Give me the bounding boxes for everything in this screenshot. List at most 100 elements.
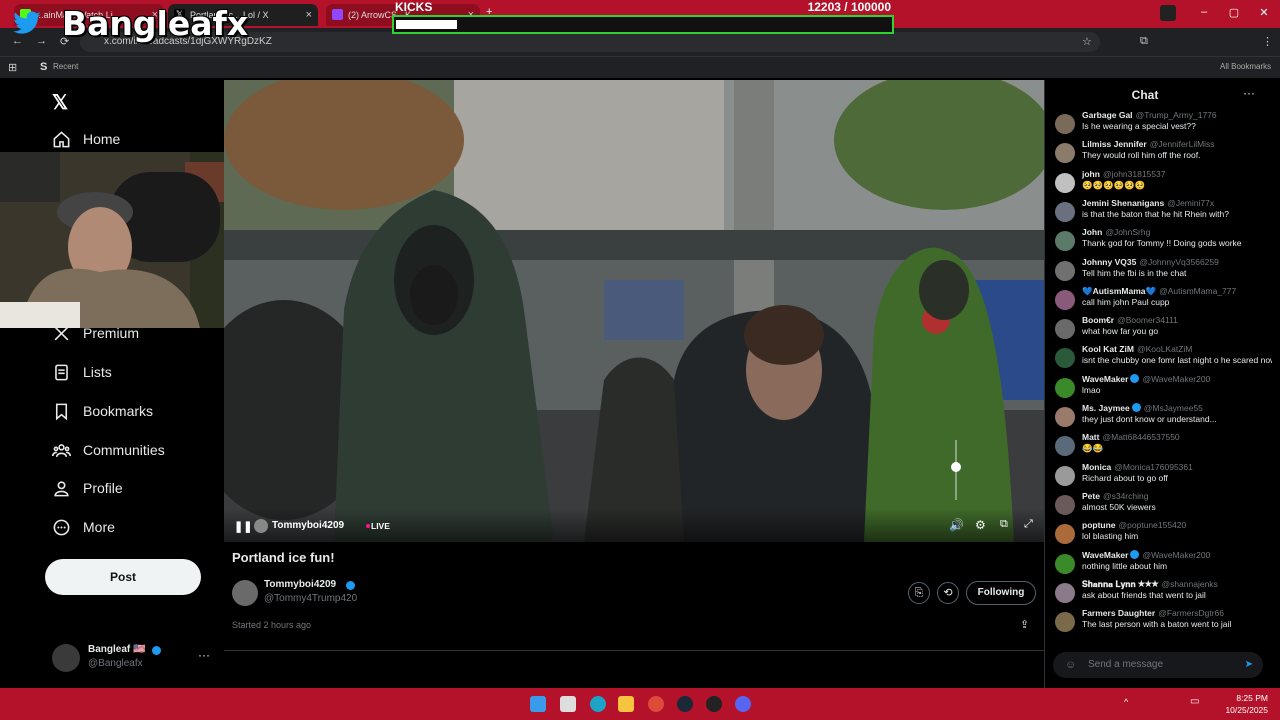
edge-icon[interactable]	[590, 696, 606, 712]
chat-author[interactable]: Pete @s34rching	[1082, 491, 1148, 501]
chat-message[interactable]: Boom€r @Boomer34111 what how far you go	[1055, 315, 1275, 343]
chat-avatar[interactable]	[1055, 436, 1075, 457]
chat-author[interactable]: poptune @poptune155420	[1082, 520, 1186, 530]
chat-author[interactable]: John @JohnSrhg	[1082, 227, 1150, 237]
chat-avatar[interactable]	[1055, 377, 1075, 398]
chat-avatar[interactable]	[1055, 319, 1075, 340]
recent-bookmark[interactable]: Recent	[53, 62, 78, 71]
chat-author[interactable]: Johnny VQ35 @JohnnyVq3566259	[1082, 257, 1219, 267]
settings-icon[interactable]: ⚙	[975, 518, 986, 532]
chat-avatar[interactable]	[1055, 582, 1075, 603]
chat-author[interactable]: 𝐒𝐡𝐚𝐧𝐧𝐚 𝐋𝐲𝐧𝐧 ★★★ @shannajenks	[1082, 579, 1218, 590]
post-button[interactable]: Post	[45, 559, 201, 595]
steam-icon[interactable]	[677, 696, 693, 712]
tray-chevron-icon[interactable]: ^	[1124, 697, 1128, 707]
chat-avatar[interactable]	[1055, 289, 1075, 310]
chat-message[interactable]: WaveMaker @WaveMaker200 lmao	[1055, 373, 1275, 402]
pip-icon[interactable]: ⧉	[1000, 518, 1008, 531]
nav-more[interactable]: More	[52, 512, 115, 542]
send-message-input[interactable]: ☺ Send a message ➤	[1053, 652, 1263, 678]
chat-author[interactable]: Garbage Gal @Trump_Army_1776	[1082, 110, 1217, 120]
chat-message[interactable]: Monica @Monica176095361 Richard about to g…	[1055, 462, 1275, 490]
host-handle[interactable]: @Tommy4Trump420	[264, 593, 357, 604]
system-clock[interactable]: 8:25 PM 10/25/2025	[1225, 692, 1268, 716]
host-avatar[interactable]	[254, 519, 268, 533]
nav-home[interactable]: Home	[52, 124, 120, 154]
volume-icon[interactable]: 🔊	[949, 518, 964, 532]
chat-avatar[interactable]	[1055, 260, 1075, 281]
send-icon[interactable]: ➤	[1245, 652, 1253, 678]
nav-lists[interactable]: Lists	[52, 357, 112, 387]
account-more-icon[interactable]: ···	[198, 648, 210, 662]
chat-author[interactable]: Ms. Jaymee @MsJaymee55	[1082, 403, 1203, 413]
task-view-icon[interactable]	[560, 696, 576, 712]
obs-icon[interactable]	[706, 696, 722, 712]
share-clip-button[interactable]: ⎘	[908, 582, 930, 604]
profile-icon[interactable]	[1160, 5, 1176, 21]
network-icon[interactable]: ▭	[1190, 696, 1199, 707]
nav-communities[interactable]: Communities	[52, 435, 165, 465]
video-host-name[interactable]: Tommyboi4209	[272, 520, 344, 531]
chat-message[interactable]: john @john31815537 🥺🥺🥺🥺🥺🥺	[1055, 169, 1275, 197]
chat-message[interactable]: 𝐒𝐡𝐚𝐧𝐧𝐚 𝐋𝐲𝐧𝐧 ★★★ @shannajenks ask about fri…	[1055, 579, 1275, 607]
pause-icon[interactable]: ❚❚	[234, 520, 252, 533]
nav-bookmarks[interactable]: Bookmarks	[52, 396, 153, 426]
chat-message[interactable]: Matt @Matt68446537550 😂😂	[1055, 432, 1275, 460]
broadcast-video[interactable]: ❚❚ Tommyboi4209 LIVE 🔊 ⚙ ⧉ ⤢	[224, 80, 1044, 542]
chat-author[interactable]: Matt @Matt68446537550	[1082, 432, 1180, 442]
extensions-icon[interactable]: ⧉	[1140, 35, 1148, 48]
chat-message[interactable]: Ms. Jaymee @MsJaymee55 they just dont know…	[1055, 403, 1275, 431]
apps-icon[interactable]: ⊞	[8, 61, 17, 74]
emoji-icon[interactable]: ☺	[1065, 652, 1076, 678]
chat-author[interactable]: Farmers Daughter @FarmersDgtr66	[1082, 608, 1224, 618]
chat-avatar[interactable]	[1055, 231, 1075, 252]
chat-message[interactable]: 💙AutismMama💙 @AutismMama_777 call him john…	[1055, 286, 1275, 314]
close-tab-icon[interactable]: ×	[306, 6, 312, 24]
chat-message[interactable]: Farmers Daughter @FarmersDgtr66 The last p…	[1055, 608, 1275, 636]
menu-icon[interactable]: ⋮	[1262, 35, 1273, 48]
chat-avatar[interactable]	[1055, 465, 1075, 486]
chat-message[interactable]: Lilmiss Jennifer @JenniferLilMiss They wou…	[1055, 139, 1275, 167]
chat-avatar[interactable]	[1055, 348, 1075, 369]
chat-avatar[interactable]	[1055, 143, 1075, 164]
all-bookmarks[interactable]: All Bookmarks	[1220, 62, 1271, 71]
chat-message[interactable]: Pete @s34rching almost 50K viewers	[1055, 491, 1275, 519]
chat-author[interactable]: WaveMaker @WaveMaker200	[1082, 373, 1210, 384]
close-window-icon[interactable]: ✕	[1254, 6, 1274, 19]
chat-message[interactable]: poptune @poptune155420 lol blasting him	[1055, 520, 1275, 548]
volume-handle[interactable]	[951, 462, 961, 472]
chat-author[interactable]: Monica @Monica176095361	[1082, 462, 1193, 472]
chat-avatar[interactable]	[1055, 494, 1075, 515]
chat-author[interactable]: 💙AutismMama💙 @AutismMama_777	[1082, 286, 1236, 297]
share-icon[interactable]: ⇪	[1020, 618, 1029, 631]
chat-message[interactable]: Garbage Gal @Trump_Army_1776 Is he wearing…	[1055, 110, 1275, 138]
chat-message[interactable]: Johnny VQ35 @JohnnyVq3566259 Tell him the …	[1055, 257, 1275, 285]
chat-author[interactable]: Kool Kat ZiM @KooLKatZiM	[1082, 344, 1192, 354]
host-profile-avatar[interactable]	[232, 580, 258, 606]
chat-author[interactable]: Jemini Shenanigans @Jemini77x	[1082, 198, 1214, 208]
chrome-icon[interactable]	[648, 696, 664, 712]
chat-avatar[interactable]	[1055, 524, 1075, 545]
chat-message[interactable]: Kool Kat ZiM @KooLKatZiM isnt the chubby o…	[1055, 344, 1275, 372]
fullscreen-icon[interactable]: ⤢	[1024, 518, 1033, 531]
repost-button[interactable]: ⟲	[937, 582, 959, 604]
minimize-icon[interactable]: –	[1194, 6, 1214, 18]
chat-author[interactable]: Boom€r @Boomer34111	[1082, 315, 1178, 325]
chat-avatar[interactable]	[1055, 172, 1075, 193]
chat-message[interactable]: Jemini Shenanigans @Jemini77x is that the …	[1055, 198, 1275, 226]
account-switcher[interactable]: Bangleaf 🇺🇸 @Bangleafx ···	[52, 640, 220, 680]
discord-icon[interactable]	[735, 696, 751, 712]
chat-avatar[interactable]	[1055, 553, 1075, 574]
nav-profile[interactable]: Profile	[52, 473, 123, 503]
start-icon[interactable]	[530, 696, 546, 712]
chat-message[interactable]: WaveMaker @WaveMaker200 nothing little abo…	[1055, 549, 1275, 578]
host-name[interactable]: Tommyboi4209	[264, 579, 336, 590]
x-logo-icon[interactable]: 𝕏	[52, 90, 68, 115]
following-button[interactable]: Following	[966, 581, 1036, 605]
chat-message[interactable]: John @JohnSrhg Thank god for Tommy !! Doin…	[1055, 227, 1275, 255]
chat-author[interactable]: john @john31815537	[1082, 169, 1165, 179]
chat-avatar[interactable]	[1055, 201, 1075, 222]
chat-avatar[interactable]	[1055, 114, 1075, 134]
file-explorer-icon[interactable]	[618, 696, 634, 712]
bookmark-star-icon[interactable]: ☆	[1082, 35, 1092, 48]
